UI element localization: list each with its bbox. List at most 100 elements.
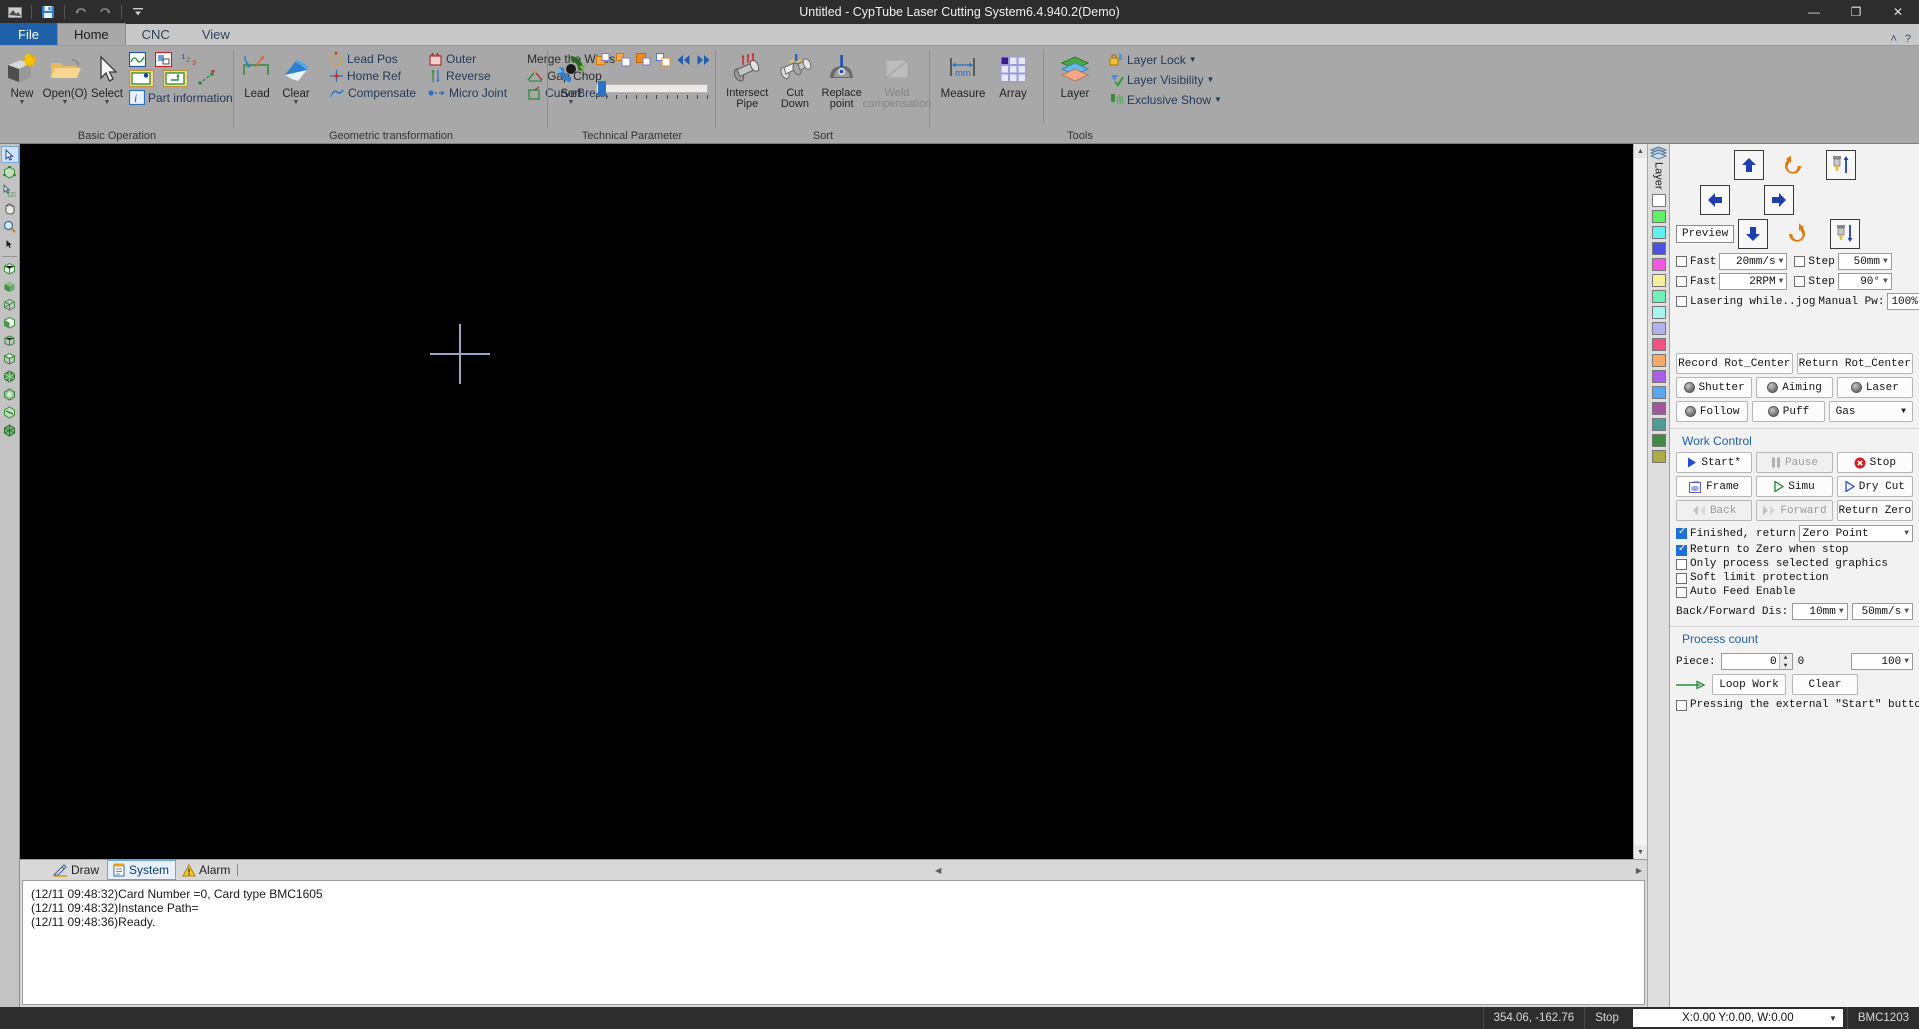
layer-swatch[interactable]	[1651, 225, 1666, 239]
sort-dropdown-caret[interactable]: ▼	[568, 99, 575, 106]
nozzle-up-button[interactable]	[1826, 150, 1856, 180]
save-icon[interactable]	[37, 2, 59, 22]
compensate-button[interactable]: Compensate	[326, 85, 419, 101]
finished-return-checkbox[interactable]	[1676, 527, 1687, 539]
step-linear-checkbox[interactable]	[1794, 256, 1806, 267]
follow-button[interactable]: Follow	[1676, 401, 1749, 422]
prev-icon[interactable]	[676, 54, 691, 69]
sort-a-icon[interactable]	[596, 53, 611, 70]
rotary-step-combo[interactable]: 90° ▼	[1837, 273, 1892, 290]
layer-swatch[interactable]	[1651, 241, 1666, 255]
cut-down-button[interactable]: Cut Down	[774, 49, 815, 112]
origin-combo[interactable]: X:0.00 Y:0.00, W:0.00 ▼	[1632, 1009, 1843, 1027]
view-unfold-b-tool-icon[interactable]	[1, 386, 19, 403]
soft-limit-checkbox[interactable]	[1676, 572, 1687, 584]
log-output[interactable]: (12/11 09:48:32)Card Number =0, Card typ…	[22, 880, 1645, 1005]
log-tab-draw[interactable]: Draw	[48, 860, 106, 880]
exclusive-show-button[interactable]: Exclusive Show ▼	[1105, 91, 1225, 108]
layer-button[interactable]: Layer	[1053, 49, 1097, 102]
tab-view[interactable]: View	[186, 23, 246, 45]
part-information-button[interactable]: i Part information	[126, 89, 236, 106]
jog-right-button[interactable]	[1764, 185, 1794, 215]
back-forward-speed-combo[interactable]: 50mm/s ▼	[1851, 603, 1913, 620]
view-unfold-a-tool-icon[interactable]	[1, 368, 19, 385]
step-rotary-checkbox[interactable]	[1794, 276, 1806, 287]
order-number-tool-icon[interactable]: 123	[1, 182, 19, 199]
rotate-cw-button[interactable]	[1780, 218, 1814, 250]
collapse-ribbon-icon[interactable]: ˄	[1890, 33, 1896, 45]
scroll-down-icon[interactable]: ▼	[1634, 845, 1647, 859]
fast-linear-checkbox[interactable]	[1676, 256, 1687, 267]
preview-button[interactable]: Preview	[1676, 225, 1735, 243]
tab-home[interactable]: Home	[56, 23, 126, 45]
finished-return-combo[interactable]: Zero Point ▼	[1798, 525, 1913, 542]
layer-visibility-caret[interactable]: ▼	[1206, 75, 1214, 84]
pointer-small-tool-icon[interactable]	[1, 236, 19, 253]
linear-step-combo[interactable]: 50mm ▼	[1837, 253, 1892, 270]
laser-button[interactable]: Laser	[1836, 377, 1913, 398]
slider-track[interactable]	[596, 84, 708, 93]
layer-swatch[interactable]	[1651, 193, 1666, 207]
frame-select-button[interactable]	[152, 51, 175, 68]
log-scroll-right-icon[interactable]: ▶	[1631, 866, 1647, 875]
linear-speed-combo[interactable]: 20mm/s ▼	[1719, 253, 1788, 270]
outer-button[interactable]: Outer	[425, 51, 510, 67]
auto-feed-checkbox[interactable]	[1676, 586, 1687, 598]
frame-button[interactable]: Frame	[1676, 476, 1753, 497]
clear-button[interactable]: Clear ▼	[278, 49, 314, 108]
node-button[interactable]	[194, 69, 220, 88]
layer-swatch[interactable]	[1651, 401, 1666, 415]
view-front-tool-icon[interactable]	[1, 314, 19, 331]
layer-swatch[interactable]	[1651, 209, 1666, 223]
layer-swatch[interactable]	[1651, 433, 1666, 447]
micro-joint-button[interactable]: Micro Joint	[425, 85, 510, 101]
layer-lock-button[interactable]: Layer Lock ▼	[1105, 51, 1225, 68]
start-point-button[interactable]	[126, 69, 157, 88]
fast-rotary-checkbox[interactable]	[1676, 276, 1687, 287]
layer-swatch[interactable]	[1651, 305, 1666, 319]
open-dropdown-caret[interactable]: ▼	[62, 99, 69, 106]
layer-swatch[interactable]	[1651, 417, 1666, 431]
node-edit-tool-icon[interactable]	[1, 164, 19, 181]
layer-swatch[interactable]	[1651, 353, 1666, 367]
sort-d-icon[interactable]	[656, 53, 671, 70]
new-dropdown-caret[interactable]: ▼	[19, 99, 26, 106]
clear-count-button[interactable]: Clear	[1792, 674, 1858, 695]
return-zero-stop-checkbox[interactable]	[1676, 544, 1687, 556]
layer-swatch[interactable]	[1651, 321, 1666, 335]
help-icon[interactable]: ?	[1905, 33, 1911, 45]
lasering-while-jog-checkbox[interactable]	[1676, 296, 1687, 307]
view-solid-tool-icon[interactable]	[1, 278, 19, 295]
zoom-magnifier-tool-icon[interactable]	[1, 218, 19, 235]
log-scroll-left-icon[interactable]: ◀	[930, 866, 946, 875]
rotary-speed-combo[interactable]: 2RPM ▼	[1719, 273, 1788, 290]
reverse-button[interactable]: Reverse	[425, 68, 510, 84]
close-button[interactable]: ✕	[1877, 0, 1919, 24]
view-unfold-d-tool-icon[interactable]	[1, 422, 19, 439]
measure-button[interactable]: mm Measure	[940, 49, 986, 102]
tab-cnc[interactable]: CNC	[126, 23, 186, 45]
canvas-vertical-scrollbar[interactable]: ▲ ▼	[1633, 144, 1647, 859]
back-forward-dist-combo[interactable]: 10mm ▼	[1792, 603, 1848, 620]
layer-swatch[interactable]	[1651, 273, 1666, 287]
select-tool-icon[interactable]	[0, 146, 19, 163]
puff-button[interactable]: Puff	[1752, 401, 1825, 422]
array-button[interactable]: Array	[992, 49, 1034, 102]
customize-qat-icon[interactable]	[127, 2, 149, 22]
new-button[interactable]: New ▼	[4, 49, 40, 108]
maximize-button[interactable]: ❐	[1835, 0, 1877, 24]
lead-pos-button[interactable]: Lead Pos	[326, 51, 419, 67]
undo-icon[interactable]	[70, 2, 92, 22]
sort-button[interactable]: Sort ▼	[552, 49, 590, 108]
vertical-scroll-track[interactable]	[1634, 158, 1647, 845]
select-dropdown-caret[interactable]: ▼	[104, 99, 111, 106]
layer-swatch[interactable]	[1651, 385, 1666, 399]
layer-swatch[interactable]	[1651, 449, 1666, 463]
next-icon[interactable]	[696, 54, 711, 69]
shutter-button[interactable]: Shutter	[1676, 377, 1753, 398]
layer-swatch[interactable]	[1651, 369, 1666, 383]
return-rot-center-button[interactable]: Return Rot_Center	[1796, 353, 1913, 374]
minimize-button[interactable]: —	[1793, 0, 1835, 24]
curve-tool-button[interactable]	[126, 51, 149, 68]
layer-swatch[interactable]	[1651, 337, 1666, 351]
